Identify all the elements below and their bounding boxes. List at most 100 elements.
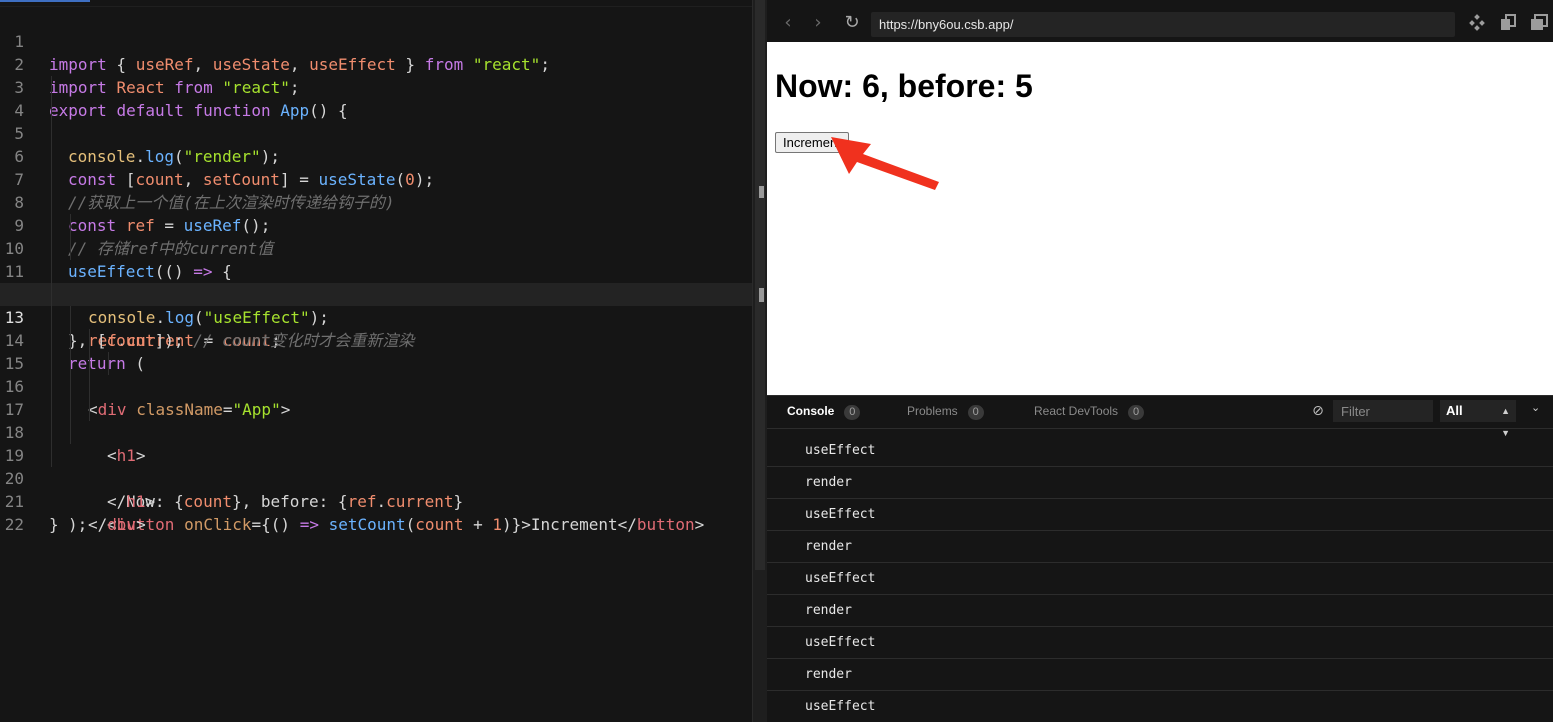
indent-guide xyxy=(51,214,52,237)
editor-scrollbar[interactable] xyxy=(752,0,768,722)
indent-guide xyxy=(70,237,71,260)
reload-icon[interactable]: ↻ xyxy=(841,12,863,34)
count-badge: 0 xyxy=(967,405,984,420)
indent-guide xyxy=(51,168,52,191)
code-line[interactable]: 19 </div> xyxy=(0,421,752,534)
count-badge: 0 xyxy=(844,405,861,420)
code-line[interactable]: 12 }, [count]); // count变化时才会重新渲染 xyxy=(0,260,752,350)
code-line[interactable]: 7 const ref = useRef(); xyxy=(0,145,752,235)
log-entry: useEffect xyxy=(767,563,1553,595)
preview-page: Now: 6, before: 5 Increment xyxy=(767,42,1553,395)
clear-console-icon[interactable]: ⊘ xyxy=(1310,403,1326,419)
devtools-icon[interactable] xyxy=(1467,14,1487,34)
indent-guide xyxy=(70,398,71,421)
log-entry: useEffect xyxy=(767,691,1553,722)
code-line[interactable]: 17 </h1> xyxy=(0,375,752,511)
indent-guide xyxy=(51,444,52,467)
code-editor[interactable]: 1 import { useRef, useState, useEffect }… xyxy=(0,0,752,722)
code-line[interactable]: 6 //获取上一个值(在上次渲染时传递给钩子的) xyxy=(0,122,752,212)
indent-guide xyxy=(70,306,71,329)
app-root: 1 import { useRef, useState, useEffect }… xyxy=(0,0,1553,722)
code-line[interactable]: 14 <div className="App"> xyxy=(0,306,752,419)
code-line[interactable]: 15 <h1> xyxy=(0,329,752,465)
log-entry: useEffect xyxy=(767,627,1553,659)
code-line[interactable]: 22 xyxy=(0,490,752,534)
indent-guide xyxy=(89,352,90,375)
indent-guide xyxy=(89,329,90,352)
log-entry: useEffect xyxy=(767,435,1553,467)
indent-guide xyxy=(108,352,109,375)
indent-guide xyxy=(51,421,52,444)
line-number: 22 xyxy=(4,515,24,534)
indent-guide xyxy=(51,76,52,99)
code-line[interactable]: 9 useEffect(() => { xyxy=(0,191,752,281)
indent-guide xyxy=(51,145,52,168)
log-entry: render xyxy=(767,467,1553,499)
url-bar[interactable]: https://bny6ou.csb.app/ xyxy=(871,12,1455,37)
code-area[interactable]: 1 import { useRef, useState, useEffect }… xyxy=(0,7,752,534)
code-line[interactable]: 21 } xyxy=(0,467,752,534)
code-line[interactable]: 20 ); xyxy=(0,444,752,534)
log-entry: render xyxy=(767,531,1553,563)
indent-guide xyxy=(51,237,52,260)
indent-guide xyxy=(51,122,52,145)
red-arrow-annotation xyxy=(831,137,939,190)
code-line[interactable]: 11 ref.current = count; xyxy=(0,237,752,350)
code-line[interactable]: 1 import { useRef, useState, useEffect }… xyxy=(0,7,752,74)
tab-label: Console xyxy=(787,404,835,418)
indent-guide xyxy=(70,352,71,375)
indent-guide xyxy=(70,421,71,444)
indent-guide xyxy=(51,329,52,352)
indent-guide xyxy=(51,99,52,122)
code-line[interactable]: 3 export default function App() { xyxy=(0,53,752,120)
window-icon xyxy=(1531,14,1548,30)
indent-guide xyxy=(89,398,90,421)
tab-react-devtools[interactable]: React DevTools 0 xyxy=(1034,404,1145,420)
code-line[interactable]: 10 console.log("useEffect"); xyxy=(0,214,752,327)
indent-guide xyxy=(51,191,52,214)
tab-label: Problems xyxy=(907,404,958,418)
scrollbar-marker xyxy=(759,186,764,198)
code-line[interactable]: 4 console.log("render"); xyxy=(0,76,752,166)
preview-heading: Now: 6, before: 5 xyxy=(775,68,1033,104)
indent-guide xyxy=(51,375,52,398)
log-entry: render xyxy=(767,595,1553,627)
console-log-list: useEffect render useEffect render useEff… xyxy=(767,435,1553,722)
code-line[interactable]: 16 Now: {count}, before: {ref.current} xyxy=(0,352,752,511)
tab-label: React DevTools xyxy=(1034,404,1119,418)
copy-window-icon[interactable] xyxy=(1498,14,1518,34)
forward-icon[interactable]: › xyxy=(807,12,829,34)
chevron-down-icon[interactable]: ⌄ xyxy=(1531,401,1540,414)
log-level-value: All xyxy=(1446,403,1463,418)
log-level-select[interactable]: All ▲ ▼ xyxy=(1440,400,1516,438)
back-icon[interactable]: ‹ xyxy=(777,12,799,34)
diamond-grid-icon xyxy=(1469,14,1485,31)
code-line[interactable]: 2 import React from "react"; xyxy=(0,30,752,97)
scrollbar-thumb[interactable] xyxy=(755,0,765,570)
active-tab-indicator xyxy=(0,0,90,2)
count-badge: 0 xyxy=(1128,405,1145,420)
indent-guide xyxy=(89,375,90,398)
open-new-window-icon[interactable] xyxy=(1529,14,1549,34)
code-line[interactable]: 5 const [count, setCount] = useState(0); xyxy=(0,99,752,189)
code-text: </div> xyxy=(88,515,146,534)
browser-toolbar: ‹ › ↻ https://bny6ou.csb.app/ xyxy=(767,0,1553,42)
scrollbar-marker xyxy=(759,288,764,302)
indent-guide xyxy=(70,214,71,237)
log-entry: render xyxy=(767,659,1553,691)
indent-guide xyxy=(51,398,52,421)
indent-guide xyxy=(70,375,71,398)
code-line[interactable]: 8 // 存储ref中的current值 xyxy=(0,168,752,258)
code-text: <button onClick={() => setCount(count + … xyxy=(107,515,705,534)
indent-guide xyxy=(51,306,52,329)
log-entry: useEffect xyxy=(767,499,1553,531)
copy-icon xyxy=(1501,14,1516,30)
console-panel: Console 0 Problems 0 React DevTools 0 ⊘ All… xyxy=(767,395,1553,722)
code-line-current[interactable]: 13 return ( xyxy=(0,283,752,373)
indent-guide xyxy=(70,329,71,352)
tab-problems[interactable]: Problems 0 xyxy=(907,404,984,420)
indent-guide xyxy=(51,283,52,306)
console-filter-input[interactable] xyxy=(1333,400,1433,422)
code-line[interactable]: 18 <button onClick={() => setCount(count… xyxy=(0,398,752,534)
tab-console[interactable]: Console 0 xyxy=(787,404,861,420)
